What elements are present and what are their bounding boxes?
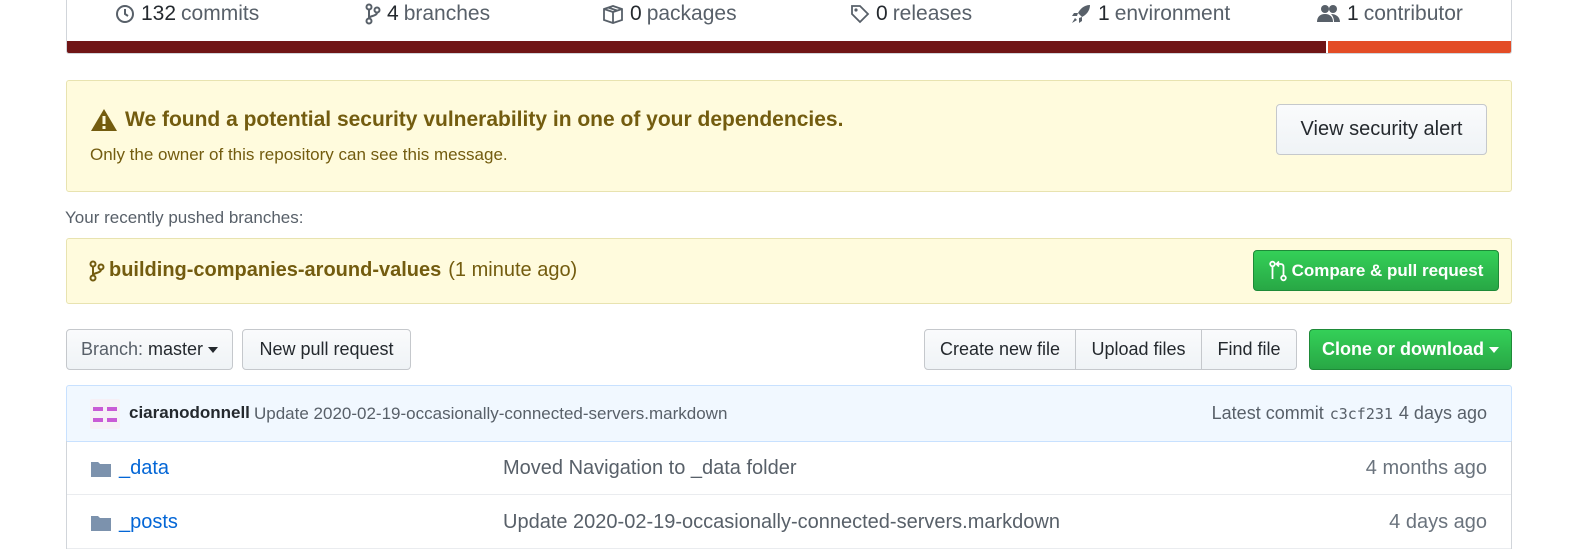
- security-alert: We found a potential security vulnerabil…: [66, 80, 1512, 192]
- branches-count: 4: [387, 2, 399, 25]
- environments-link[interactable]: 1 environment: [1070, 0, 1230, 28]
- compare-pull-request-button[interactable]: Compare & pull request: [1253, 250, 1499, 291]
- contributors-count: 1: [1347, 2, 1359, 25]
- commits-count: 132: [141, 2, 177, 25]
- recent-branch-banner: building-companies-around-values (1 minu…: [66, 238, 1512, 304]
- package-icon: [602, 4, 624, 24]
- summary-list: 132 commits 4 branches 0 packages 0 rele…: [67, 0, 1511, 42]
- view-security-alert-button[interactable]: View security alert: [1276, 104, 1487, 155]
- alert-title: We found a potential security vulnerabil…: [125, 108, 844, 131]
- environments-label: environment: [1114, 2, 1231, 25]
- commit-sha[interactable]: c3cf231: [1330, 405, 1393, 423]
- tag-icon: [850, 4, 870, 24]
- create-new-file-button[interactable]: Create new file: [924, 329, 1076, 370]
- repo-summary: 132 commits 4 branches 0 packages 0 rele…: [66, 0, 1512, 54]
- history-icon: [115, 4, 135, 24]
- recent-branches-label: Your recently pushed branches:: [65, 208, 304, 227]
- packages-count: 0: [630, 2, 642, 25]
- find-file-button[interactable]: Find file: [1201, 329, 1297, 370]
- branch-select-button[interactable]: Branch: master: [66, 329, 233, 370]
- file-name[interactable]: _data: [119, 457, 169, 480]
- file-age: 4 months ago: [1365, 457, 1487, 479]
- file-name[interactable]: _posts: [119, 511, 178, 534]
- folder-icon: [90, 460, 112, 478]
- latest-commit-label: Latest commit: [1211, 403, 1324, 423]
- contributors-link[interactable]: 1 contributor: [1317, 0, 1463, 28]
- folder-icon: [90, 514, 112, 532]
- commit-author[interactable]: ciaranodonnell: [129, 403, 250, 423]
- alert-subtitle: Only the owner of this repository can se…: [90, 145, 508, 164]
- git-compare-icon: [1268, 260, 1287, 282]
- latest-commit-bar: ciaranodonnell Update 2020-02-19-occasio…: [66, 385, 1512, 442]
- commit-message[interactable]: Update 2020-02-19-occasionally-connected…: [254, 404, 727, 424]
- file-commit-message[interactable]: Update 2020-02-19-occasionally-connected…: [503, 511, 1060, 534]
- releases-label: releases: [892, 2, 973, 25]
- clone-or-download-label: Clone or download: [1322, 339, 1484, 359]
- commit-meta: Latest commit c3cf231 4 days ago: [1212, 403, 1487, 424]
- upload-files-button[interactable]: Upload files: [1075, 329, 1202, 370]
- file-actions-group: Create new file Upload files Find file: [924, 329, 1297, 370]
- rocket-icon: [1070, 3, 1092, 25]
- recent-branch-row: building-companies-around-values (1 minu…: [89, 259, 577, 282]
- commit-age: 4 days ago: [1398, 403, 1487, 423]
- recent-branch-name[interactable]: building-companies-around-values: [109, 259, 441, 282]
- recent-branch-time: (1 minute ago): [448, 259, 578, 281]
- alert-icon: [90, 108, 118, 132]
- environments-count: 1: [1098, 2, 1110, 25]
- contributors-label: contributor: [1363, 2, 1463, 25]
- clone-or-download-button[interactable]: Clone or download: [1309, 329, 1512, 370]
- releases-link[interactable]: 0 releases: [850, 0, 972, 28]
- git-branch-icon: [365, 3, 381, 25]
- alert-title-row: We found a potential security vulnerabil…: [90, 108, 843, 132]
- avatar[interactable]: [90, 399, 120, 429]
- language-bar-segment[interactable]: [67, 41, 1327, 53]
- new-pull-request-button[interactable]: New pull request: [242, 329, 411, 370]
- file-row: _data Moved Navigation to _data folder 4…: [67, 441, 1511, 495]
- commits-link[interactable]: 132 commits: [115, 0, 259, 28]
- people-icon: [1317, 4, 1341, 24]
- git-branch-icon: [89, 260, 105, 282]
- language-bar[interactable]: [67, 41, 1511, 53]
- branches-label: branches: [403, 2, 491, 25]
- file-list: _data Moved Navigation to _data folder 4…: [66, 441, 1512, 549]
- commits-label: commits: [181, 2, 260, 25]
- packages-label: packages: [646, 2, 737, 25]
- branch-select-value: master: [148, 339, 204, 359]
- branches-link[interactable]: 4 branches: [365, 0, 490, 28]
- branch-select-label: Branch:: [80, 339, 144, 359]
- compare-pull-request-label: Compare & pull request: [1291, 260, 1484, 280]
- caret-down-icon: [1489, 346, 1499, 353]
- packages-link[interactable]: 0 packages: [602, 0, 737, 28]
- file-row: _posts Update 2020-02-19-occasionally-co…: [67, 495, 1511, 549]
- file-commit-message[interactable]: Moved Navigation to _data folder: [503, 457, 797, 480]
- releases-count: 0: [876, 2, 888, 25]
- file-age: 4 days ago: [1389, 511, 1487, 533]
- language-bar-segment[interactable]: [1326, 41, 1511, 53]
- caret-down-icon: [208, 346, 219, 353]
